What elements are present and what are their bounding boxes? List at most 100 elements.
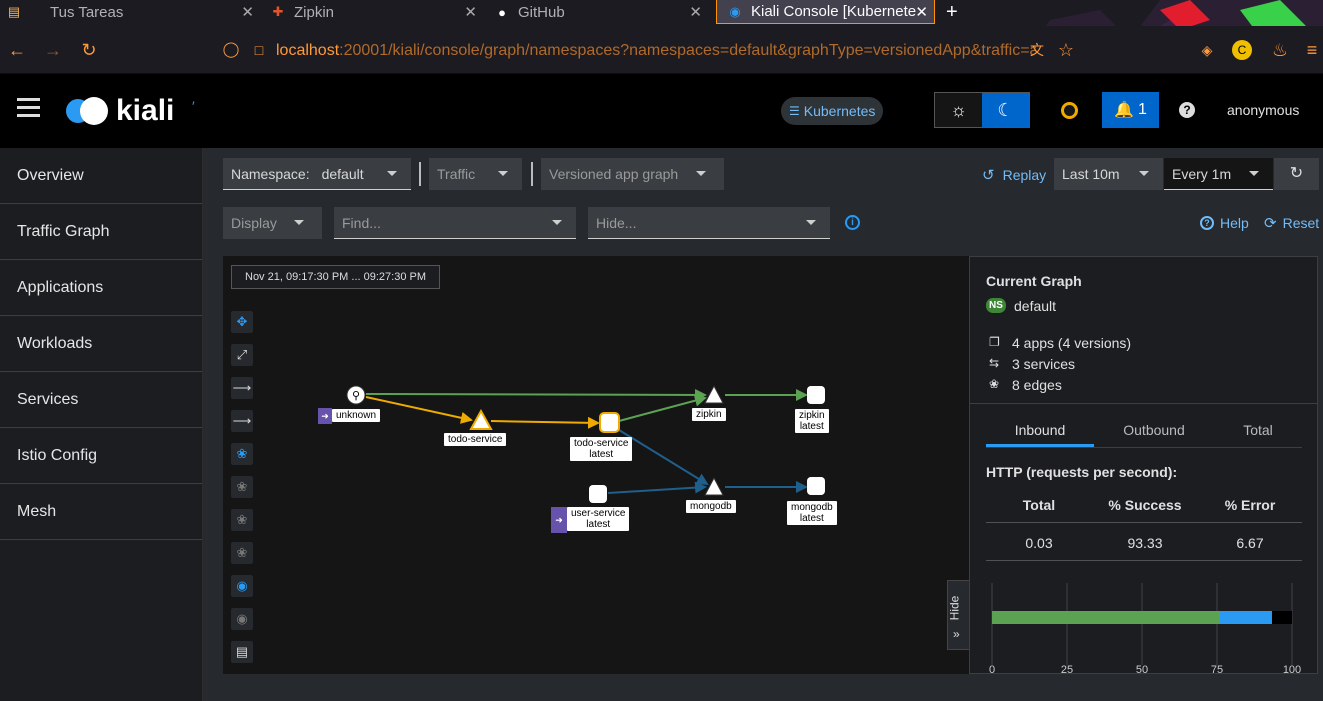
sidebar-item-traffic-graph[interactable]: Traffic Graph [0, 204, 202, 260]
reset-button[interactable]: ⟳ Reset [1264, 214, 1319, 232]
url-host: localhost [276, 42, 340, 59]
close-icon[interactable]: ✕ [915, 3, 928, 21]
hide-panel-button[interactable]: Hide » [947, 580, 970, 650]
namespace-select[interactable]: Namespace: default [223, 158, 411, 190]
menu-icon[interactable]: ≡ [1302, 40, 1322, 60]
shield-icon: ◯ [222, 41, 240, 58]
node-label-unknown[interactable]: unknown [332, 409, 381, 422]
close-icon[interactable]: ✕ [241, 3, 254, 21]
node-label-line: latest [799, 513, 824, 524]
health-status-icon[interactable] [1061, 102, 1078, 119]
hide-input[interactable]: Hide... [588, 207, 830, 239]
close-icon[interactable]: ✕ [689, 3, 702, 21]
namespace-value: default [321, 165, 364, 182]
divider [970, 403, 1317, 404]
node-zipkin-latest [807, 386, 825, 404]
refresh-button[interactable]: ↻ [1274, 158, 1319, 190]
sidebar-item-services[interactable]: Services [0, 372, 202, 428]
sidebar-nav: Overview Traffic Graph Applications Work… [0, 148, 203, 701]
sidebar-item-workloads[interactable]: Workloads [0, 316, 202, 372]
refresh-interval-select[interactable]: Every 1m [1164, 158, 1273, 190]
info-icon[interactable]: i [845, 215, 860, 230]
traffic-graph-canvas[interactable]: Nov 21, 09:17:30 PM ... 09:27:30 PM ✥ ⤢ … [223, 256, 970, 674]
page-info-icon[interactable]: □ [249, 40, 269, 60]
sidebar-item-label: Traffic Graph [17, 222, 110, 240]
notifications-count: 1 [1138, 101, 1147, 118]
pocket-icon[interactable]: ◈ [1197, 40, 1217, 60]
hide-placeholder: Hide... [596, 214, 637, 231]
history-icon: ↺ [982, 167, 995, 184]
profile-icon[interactable]: C [1232, 40, 1252, 60]
dark-theme-button[interactable]: ☾ [982, 93, 1029, 127]
axis-tick-label: 0 [989, 664, 995, 674]
graph-summary-panel: Current Graph NS default ❐ 4 apps (4 ver… [969, 256, 1318, 674]
node-todo-service-latest [599, 412, 620, 433]
sidebar-item-label: Mesh [17, 502, 57, 520]
url-bar[interactable]: localhost:20001/kiali/console/graph/name… [276, 42, 1036, 60]
hamburger-menu-icon[interactable] [17, 98, 40, 118]
table-value-success: 93.33 [1127, 535, 1163, 551]
chevron-down-icon [498, 171, 508, 176]
table-header-success: % Success [1108, 497, 1182, 513]
tab-tus-tareas[interactable]: ▤ Tus Tareas ✕ [0, 0, 260, 24]
traffic-select[interactable]: Traffic [429, 158, 522, 190]
node-label-line: zipkin [799, 410, 825, 421]
namespace-name[interactable]: default [1014, 298, 1056, 314]
extensions-icon[interactable]: ♨ [1270, 40, 1290, 60]
light-theme-button[interactable]: ☼ [935, 93, 982, 127]
node-label-todo-service-latest[interactable]: todo-service latest [570, 437, 633, 461]
sidebar-item-mesh[interactable]: Mesh [0, 484, 202, 540]
display-select[interactable]: Display [223, 207, 322, 239]
user-menu[interactable]: anonymous [1227, 102, 1299, 118]
notifications-button[interactable]: 🔔 1 [1102, 92, 1159, 128]
sidebar-item-overview[interactable]: Overview [0, 148, 202, 204]
bar-success-segment [992, 611, 1220, 624]
sidebar-item-applications[interactable]: Applications [0, 260, 202, 316]
services-count: 3 services [1012, 356, 1076, 372]
help-question-icon[interactable]: ? [1179, 102, 1195, 118]
tab-title: Zipkin [294, 3, 335, 21]
node-zipkin [704, 384, 724, 404]
graph-type-select[interactable]: Versioned app graph [541, 158, 724, 190]
tab-outbound[interactable]: Outbound [1094, 415, 1214, 447]
tab-label: Total [1243, 422, 1273, 438]
node-label-todo-service[interactable]: todo-service [444, 433, 507, 446]
divider [419, 162, 421, 186]
find-input[interactable]: Find... [334, 207, 576, 239]
browser-nav-bar: ← → ↻ ◯ □ localhost:20001/kiali/console/… [0, 26, 1323, 74]
traffic-bar-chart: 0 25 50 75 100 [989, 583, 1301, 674]
tab-inbound[interactable]: Inbound [986, 415, 1094, 447]
edge-unknown-todo-service [365, 396, 473, 424]
edge-unknown-zipkin [365, 388, 707, 401]
sidebar-item-label: Services [17, 390, 79, 408]
tab-zipkin[interactable]: ✚ Zipkin ✕ [270, 0, 483, 24]
reload-icon[interactable]: ↻ [79, 40, 99, 60]
sidebar-item-label: Overview [17, 166, 84, 184]
tab-github[interactable]: ● GitHub ✕ [494, 0, 708, 24]
sidebar-item-label: Istio Config [17, 446, 98, 464]
tab-total[interactable]: Total [1214, 415, 1302, 447]
zipkin-icon: ✚ [272, 4, 284, 19]
translate-icon[interactable]: 文 [1027, 40, 1047, 60]
node-label-zipkin[interactable]: zipkin [692, 408, 726, 421]
node-label-user-service-latest[interactable]: user-service latest [567, 507, 630, 531]
close-icon[interactable]: ✕ [464, 3, 477, 21]
sidebar-item-istio-config[interactable]: Istio Config [0, 428, 202, 484]
chevron-down-icon [1249, 171, 1259, 176]
replay-button[interactable]: ↺ Replay [982, 166, 1046, 184]
node-label-mongodb-latest[interactable]: mongodb latest [787, 501, 837, 525]
help-button[interactable]: ? Help [1200, 215, 1249, 231]
forward-icon[interactable]: → [43, 40, 63, 60]
node-label-line: mongodb [791, 502, 833, 513]
bar-error-segment [1271, 611, 1292, 624]
node-label-mongodb[interactable]: mongodb [686, 500, 736, 513]
http-title: HTTP (requests per second): [986, 464, 1178, 480]
node-label-zipkin-latest[interactable]: zipkin latest [795, 409, 829, 433]
duration-select[interactable]: Last 10m [1054, 158, 1163, 190]
edges-count: 8 edges [1012, 377, 1062, 393]
bookmark-star-icon[interactable]: ☆ [1056, 40, 1076, 60]
table-value-error: 6.67 [1236, 535, 1264, 551]
back-icon[interactable]: ← [7, 40, 27, 60]
tab-kiali[interactable]: ◉ Kiali Console [Kubernete ✕ [716, 0, 935, 24]
new-tab-button[interactable]: + [946, 0, 968, 24]
